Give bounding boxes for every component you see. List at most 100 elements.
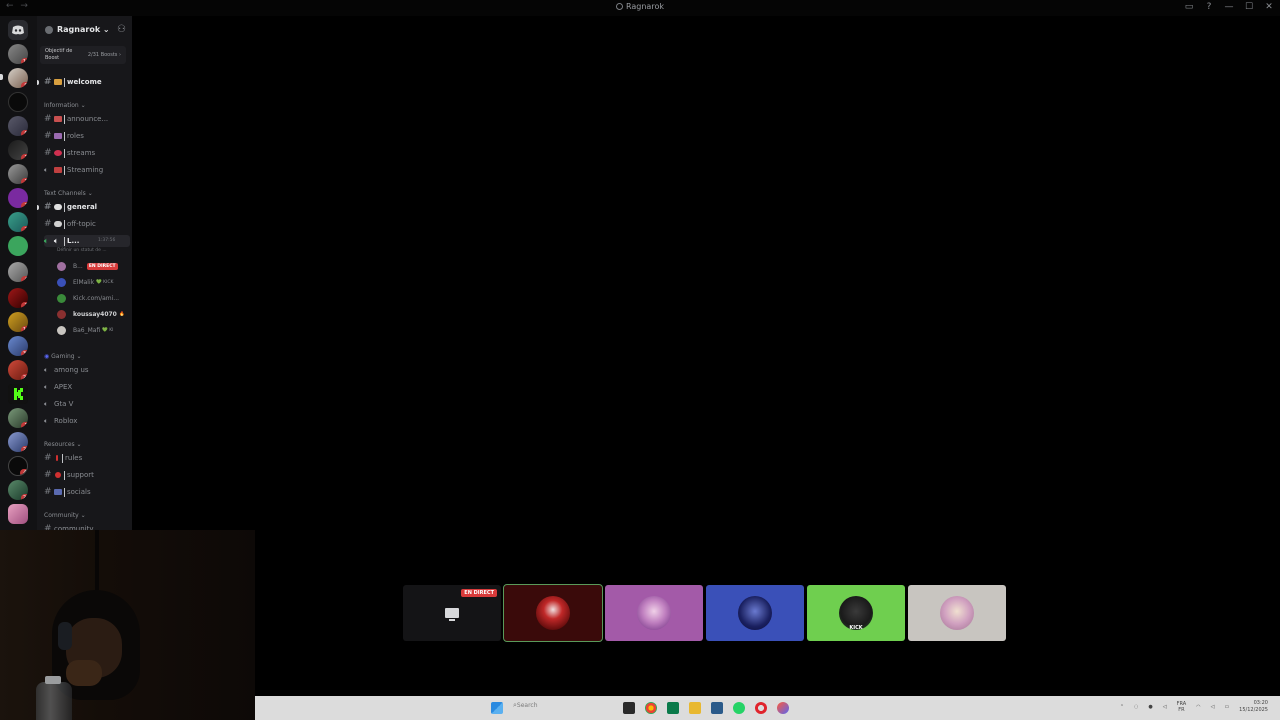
channel-label: Streaming [67,166,104,174]
server-icon-6[interactable]: 1 [8,164,28,184]
user-name: Kick.com/ami... [73,294,120,302]
server-icon-4[interactable]: 6 [8,116,28,136]
server-header[interactable]: Ragnarok ⌄ ⚇ [37,18,132,40]
voice-user[interactable]: Kick.com/ami... [57,292,127,304]
whatsapp-icon[interactable] [733,702,745,714]
server-icon-3[interactable] [8,92,28,112]
chevron-up-icon[interactable]: ⌃ [1120,704,1124,710]
server-icon-10[interactable]: 4 [8,262,28,282]
headset [58,622,72,650]
server-icon [45,26,53,34]
channel-sidebar: Ragnarok ⌄ ⚇ Objectif de Boost 2/31 Boos… [37,16,132,530]
server-icon-17[interactable]: 22 [8,432,28,452]
channel-announcements[interactable]: # announce... [44,112,130,126]
steam-icon[interactable] [623,702,635,714]
server-icon-20[interactable] [8,504,28,524]
channel-label: L... [67,237,80,245]
stream-tile-participant[interactable] [503,584,603,642]
stream-tile-participant[interactable] [605,585,703,641]
sound-icon[interactable]: ◁ [1211,704,1215,710]
channel-label: rules [65,454,83,462]
channel-support[interactable]: # support [44,468,130,482]
taskbar-search[interactable]: ⌕Search [513,701,613,715]
kick-server-icon[interactable] [8,384,28,404]
voice-channel-gta[interactable]: 🔈︎ Gta V [44,397,130,411]
speech-bubble-icon [54,204,62,210]
maximize-button[interactable]: ☐ [1242,2,1256,13]
category-information[interactable]: Information ⌄ [44,102,86,109]
voice-user[interactable]: B... EN DIRECT [57,260,127,272]
server-icon-12[interactable]: 14 [8,312,28,332]
category-resources[interactable]: Resources ⌄ [44,441,82,448]
channel-roles[interactable]: # roles [44,129,130,143]
channel-rules[interactable]: # rules [44,451,130,465]
voice-channel-roblox[interactable]: 🔈︎ Roblox [44,414,130,428]
mic-icon[interactable]: ● [1148,704,1152,710]
screen-share-icon[interactable]: ▭ [1182,2,1196,13]
opera-icon[interactable] [755,702,767,714]
voice-user[interactable]: koussay4070 🔥 [57,308,127,320]
windows-start-icon[interactable] [491,702,503,714]
server-pill [0,74,3,80]
server-icon-13[interactable]: 31 [8,336,28,356]
app-icon[interactable] [667,702,679,714]
voice-user[interactable]: Ba6_Mafi 💚 KI [57,324,127,336]
channel-streaming[interactable]: 🔈︎ Streaming [44,163,130,177]
question-icon [55,472,61,478]
server-icon-7[interactable]: 3 [8,188,28,208]
channel-community[interactable]: # community [44,522,130,530]
store-icon[interactable] [711,702,723,714]
stream-tile-participant[interactable]: KICK [807,585,905,641]
battery-icon[interactable]: ▭ [1224,704,1229,710]
server-icon-11[interactable]: 3 [8,288,28,308]
stream-tile-participant[interactable] [706,585,804,641]
server-icon-9[interactable] [8,236,28,256]
speaker-icon: 🔈︎ [54,236,59,245]
category-community[interactable]: Community ⌄ [44,512,86,519]
add-member-icon[interactable]: ⚇ [117,24,126,35]
wifi-icon[interactable]: ◠ [1196,704,1200,710]
language-indicator[interactable]: FRA FR [1177,701,1187,713]
channel-off-topic[interactable]: # off-topic [44,217,130,231]
server-icon-19[interactable]: 26 [8,480,28,500]
network-icon[interactable]: ◌ [1134,704,1138,710]
channel-streams[interactable]: # streams [44,146,130,160]
voice-user[interactable]: ElMalik 💚 KICK [57,276,127,288]
speaker-icon: 🔈︎ [44,165,49,174]
voice-channel-among-us[interactable]: 🔈︎ among us [44,363,130,377]
server-icon-8[interactable]: 2 [8,212,28,232]
help-icon[interactable]: ? [1202,2,1216,13]
server-icon-18[interactable]: 4 [8,456,28,476]
voice-status[interactable]: Définir un statut de ... [57,248,107,253]
avatar [57,293,66,303]
voice-channel-active[interactable]: 🔈︎ 🔈︎ L... [44,235,130,247]
close-button[interactable]: ✕ [1262,2,1276,13]
channel-welcome[interactable]: # welcome [44,75,130,89]
server-icon-1[interactable]: 12 [8,44,28,64]
volume-icon[interactable]: ◁ [1163,704,1167,710]
clock[interactable]: 03:20 15/12/2025 [1239,700,1268,714]
stream-tile-screen[interactable]: EN DIRECT [403,585,501,641]
minimize-button[interactable]: — [1222,2,1236,13]
separator [64,114,65,124]
server-icon-14[interactable]: 24 [8,360,28,380]
stream-tile-participant[interactable] [908,585,1006,641]
channel-socials[interactable]: # socials [44,485,130,499]
category-gaming[interactable]: ◉ Gaming ⌄ [44,353,82,360]
server-icon-2[interactable]: 9 [8,68,28,88]
channel-general[interactable]: # general [44,200,130,214]
kick-label: KICK [849,625,863,631]
category-text-channels[interactable]: Text Channels ⌄ [44,190,93,197]
hash-icon: # [44,77,52,87]
discord-taskbar-icon[interactable] [777,702,789,714]
voice-channel-apex[interactable]: 🔈︎ APEX [44,380,130,394]
server-icon-5[interactable]: 1 [8,140,28,160]
file-explorer-icon[interactable] [689,702,701,714]
server-icon-16[interactable]: 1 [8,408,28,428]
boost-goal[interactable]: Objectif de Boost 2/31 Boosts › [40,46,126,64]
discord-home-icon[interactable] [8,20,28,40]
chrome-icon[interactable] [645,702,657,714]
channel-label: Roblox [54,417,78,425]
server-name[interactable]: Ragnarok ⌄ [57,25,110,34]
separator [64,165,65,175]
